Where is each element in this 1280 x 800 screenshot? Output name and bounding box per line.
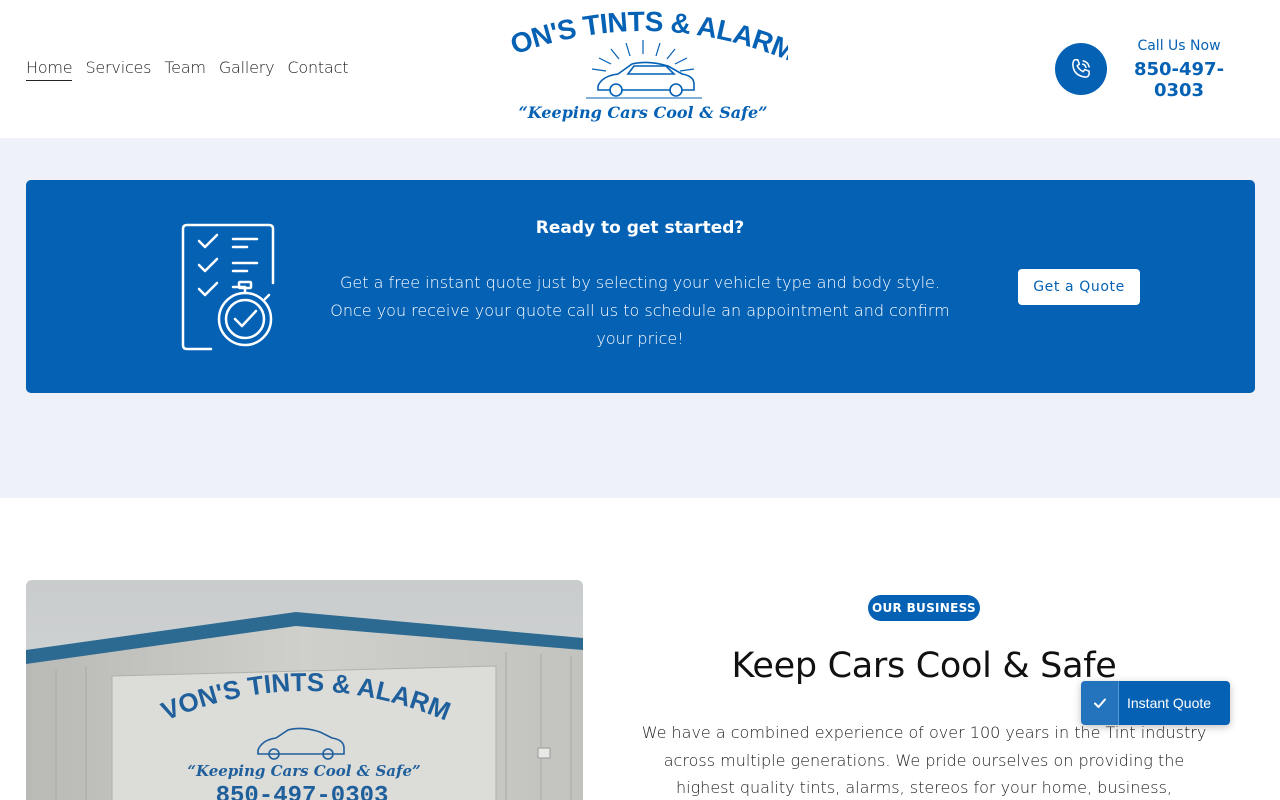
phone-icon[interactable] [1055, 43, 1107, 95]
section-title: Keep Cars Cool & Safe [731, 646, 1117, 686]
svg-text:EVON'S TINTS & ALARMS: EVON'S TINTS & ALARMS [498, 10, 788, 67]
instant-quote-label: Instant Quote [1127, 695, 1212, 711]
site-header: Home Services Team Gallery Contact EVON'… [0, 0, 1280, 138]
cta-title: Ready to get started? [535, 218, 745, 238]
check-icon [1081, 681, 1119, 725]
shop-photo: EVON'S TINTS & ALARMS “Keeping Cars Cool… [26, 580, 583, 800]
nav-contact[interactable]: Contact [287, 58, 348, 81]
nav-services[interactable]: Services [85, 58, 151, 81]
cta-body: Get a free instant quote just by selecti… [330, 273, 950, 348]
site-logo[interactable]: EVON'S TINTS & ALARMS [489, 0, 800, 128]
sign-number: 850-497-0303 [216, 783, 389, 800]
logo-tagline: “Keeping Cars Cool & Safe” [519, 103, 768, 122]
phone-number[interactable]: 850-497-0303 [1119, 59, 1239, 101]
call-us[interactable]: Call Us Now 850-497-0303 [1055, 38, 1239, 101]
checklist-stopwatch-icon [181, 223, 275, 351]
sign-tagline: “Keeping Cars Cool & Safe” [187, 762, 420, 780]
wave-divider [0, 440, 1280, 481]
nav-home[interactable]: Home [26, 58, 73, 81]
nav-gallery[interactable]: Gallery [219, 58, 275, 81]
logo-title: EVON'S TINTS & ALARMS [489, 0, 800, 67]
call-text: Call Us Now 850-497-0303 [1119, 38, 1239, 101]
nav-team[interactable]: Team [164, 58, 206, 81]
instant-quote-button[interactable]: Instant Quote [1081, 681, 1230, 725]
main-nav: Home Services Team Gallery Contact [26, 58, 361, 81]
section-badge: OUR BUSINESS [868, 595, 980, 621]
car-icon [597, 61, 695, 97]
cta-card: Ready to get started? Get a free instant… [26, 180, 1255, 393]
call-label: Call Us Now [1137, 37, 1221, 54]
get-quote-button[interactable]: Get a Quote [1018, 269, 1140, 305]
section-body: We have a combined experience of over 10… [641, 723, 1207, 797]
